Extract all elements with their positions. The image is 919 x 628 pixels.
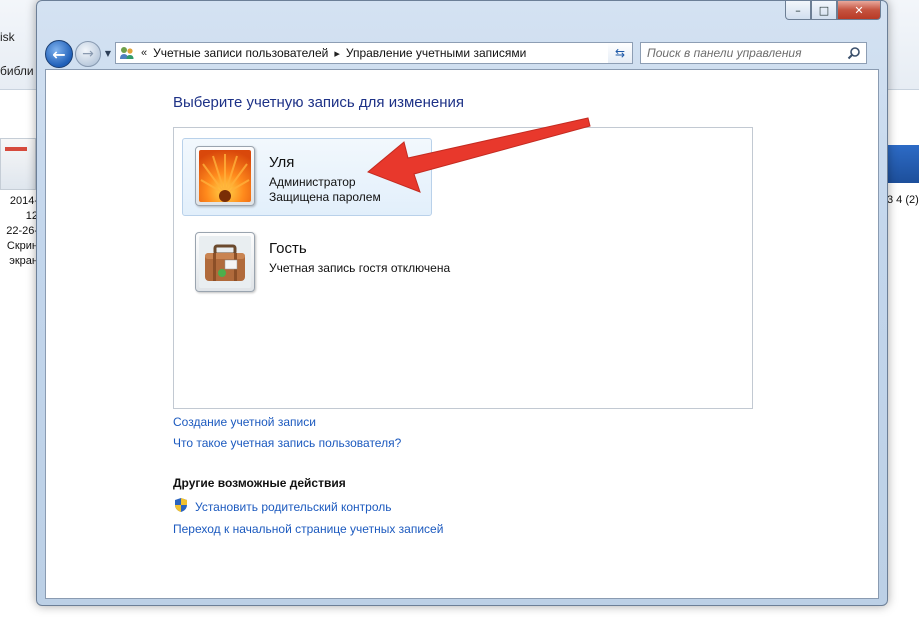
- close-button[interactable]: ✕: [837, 1, 881, 20]
- background-file-label: 2014-12 22-26- Скрин экран: [6, 195, 38, 267]
- account-tile-guest[interactable]: Гость Учетная запись гостя отключена: [182, 220, 450, 298]
- other-actions-heading: Другие возможные действия: [173, 476, 346, 490]
- users-icon: [119, 45, 135, 61]
- forward-button[interactable]: →: [75, 41, 101, 67]
- shield-icon: [175, 498, 187, 512]
- account-status: Защищена паролем: [269, 190, 381, 204]
- account-tile-ulya[interactable]: Уля Администратор Защищена паролем: [182, 138, 432, 216]
- back-button[interactable]: ←: [45, 40, 73, 68]
- search-box[interactable]: [640, 42, 867, 64]
- breadcrumb-user-accounts[interactable]: Учетные записи пользователей: [153, 46, 328, 60]
- page-title: Выберите учетную запись для изменения: [173, 94, 465, 111]
- background-file-label-right: 3 4 (2): [887, 194, 919, 206]
- account-name: Уля: [269, 154, 295, 171]
- what-is-account-link[interactable]: Что такое учетная запись пользователя?: [173, 436, 401, 450]
- breadcrumb-manage-accounts[interactable]: Управление учетными записями: [346, 46, 526, 60]
- flower-picture-icon: [199, 150, 251, 202]
- account-status: Учетная запись гостя отключена: [269, 261, 451, 275]
- maximize-button[interactable]: □: [811, 1, 837, 20]
- background-crumb-2: библи: [0, 64, 34, 78]
- parental-control-link[interactable]: Установить родительский контроль: [195, 500, 392, 514]
- breadcrumb-separator[interactable]: ▸: [334, 47, 340, 60]
- address-bar[interactable]: « Учетные записи пользователей ▸ Управле…: [115, 42, 631, 64]
- background-file-thumbnail-right: [887, 145, 919, 183]
- background-file-thumbnail: [0, 138, 36, 190]
- account-role: Администратор: [269, 175, 356, 189]
- content-pane: Выберите учетную запись для изменения Ул…: [45, 69, 879, 599]
- account-name: Гость: [269, 240, 307, 257]
- minimize-button[interactable]: –: [785, 1, 811, 20]
- suitcase-picture-icon: [199, 236, 251, 288]
- background-crumb: isk: [0, 30, 15, 44]
- create-account-link[interactable]: Создание учетной записи: [173, 415, 316, 429]
- refresh-icon: ⇆: [614, 46, 626, 60]
- caption-buttons: – □ ✕: [785, 1, 881, 20]
- refresh-button[interactable]: ⇆: [608, 42, 633, 64]
- account-picture-suitcase: [195, 232, 255, 292]
- accounts-list: Уля Администратор Защищена паролем Гость…: [173, 127, 753, 409]
- search-icon[interactable]: [845, 44, 863, 62]
- accounts-home-link[interactable]: Переход к начальной странице учетных зап…: [173, 522, 443, 536]
- control-panel-window: – □ ✕ ← → ▼ « Учетные записи пользовател…: [36, 0, 888, 606]
- forward-icon: →: [82, 46, 94, 62]
- back-icon: ←: [52, 44, 66, 64]
- account-picture-flower: [195, 146, 255, 206]
- address-overflow-chevron[interactable]: «: [141, 47, 147, 59]
- recent-pages-dropdown[interactable]: ▼: [103, 47, 113, 59]
- search-input[interactable]: [647, 44, 845, 62]
